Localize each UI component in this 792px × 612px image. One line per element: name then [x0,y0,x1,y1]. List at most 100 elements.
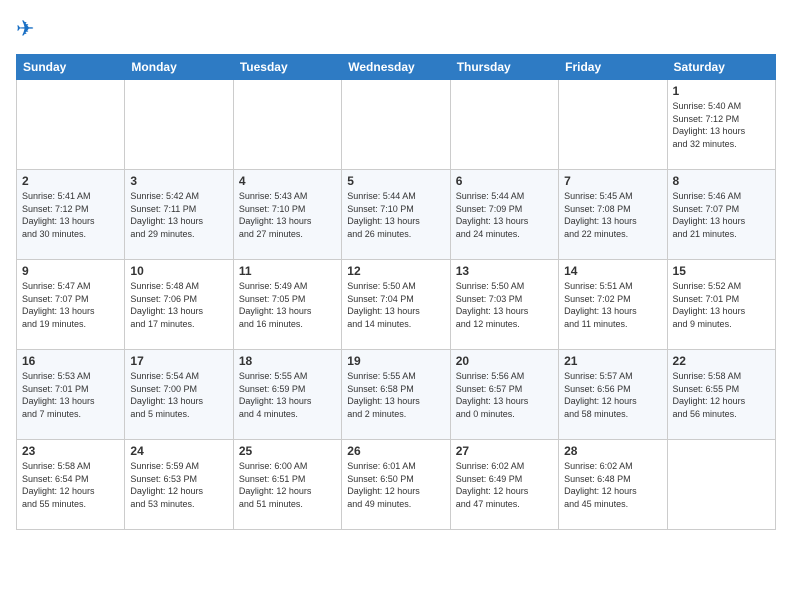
day-number: 24 [130,444,227,458]
header-day-monday: Monday [125,55,233,80]
calendar-cell [342,80,450,170]
day-number: 4 [239,174,336,188]
day-number: 5 [347,174,444,188]
day-info: Sunrise: 6:02 AM Sunset: 6:48 PM Dayligh… [564,460,661,510]
header-day-thursday: Thursday [450,55,558,80]
day-info: Sunrise: 5:44 AM Sunset: 7:10 PM Dayligh… [347,190,444,240]
day-number: 2 [22,174,119,188]
calendar-week-row: 23 Sunrise: 5:58 AM Sunset: 6:54 PM Dayli… [17,440,776,530]
calendar-cell: 22 Sunrise: 5:58 AM Sunset: 6:55 PM Dayli… [667,350,775,440]
calendar-cell: 20Sunrise: 5:56 AM Sunset: 6:57 PM Dayli… [450,350,558,440]
calendar-cell: 11 Sunrise: 5:49 AM Sunset: 7:05 PM Dayli… [233,260,341,350]
calendar-cell: 26 Sunrise: 6:01 AM Sunset: 6:50 PM Dayli… [342,440,450,530]
day-number: 26 [347,444,444,458]
header-day-tuesday: Tuesday [233,55,341,80]
day-number: 9 [22,264,119,278]
day-number: 12 [347,264,444,278]
day-number: 27 [456,444,553,458]
day-info: Sunrise: 5:52 AM Sunset: 7:01 PM Dayligh… [673,280,770,330]
day-info: Sunrise: 5:46 AM Sunset: 7:07 PM Dayligh… [673,190,770,240]
day-info: Sunrise: 6:01 AM Sunset: 6:50 PM Dayligh… [347,460,444,510]
day-info: Sunrise: 5:40 AM Sunset: 7:12 PM Dayligh… [673,100,770,150]
day-info: Sunrise: 5:50 AM Sunset: 7:03 PM Dayligh… [456,280,553,330]
day-number: 22 [673,354,770,368]
day-number: 6 [456,174,553,188]
header-day-sunday: Sunday [17,55,125,80]
day-info: Sunrise: 6:02 AM Sunset: 6:49 PM Dayligh… [456,460,553,510]
day-info: Sunrise: 5:49 AM Sunset: 7:05 PM Dayligh… [239,280,336,330]
calendar-cell: 9 Sunrise: 5:47 AM Sunset: 7:07 PM Daylig… [17,260,125,350]
day-info: Sunrise: 5:53 AM Sunset: 7:01 PM Dayligh… [22,370,119,420]
calendar-week-row: 9 Sunrise: 5:47 AM Sunset: 7:07 PM Daylig… [17,260,776,350]
calendar-cell: 8 Sunrise: 5:46 AM Sunset: 7:07 PM Daylig… [667,170,775,260]
day-number: 1 [673,84,770,98]
day-number: 19 [347,354,444,368]
day-number: 8 [673,174,770,188]
calendar-header-row: SundayMondayTuesdayWednesdayThursdayFrid… [17,55,776,80]
calendar-cell: 1 Sunrise: 5:40 AM Sunset: 7:12 PM Daylig… [667,80,775,170]
calendar-cell [233,80,341,170]
day-info: Sunrise: 5:42 AM Sunset: 7:11 PM Dayligh… [130,190,227,240]
day-info: Sunrise: 5:58 AM Sunset: 6:54 PM Dayligh… [22,460,119,510]
day-number: 23 [22,444,119,458]
logo-icon: ✈ [16,16,34,42]
calendar-cell: 28 Sunrise: 6:02 AM Sunset: 6:48 PM Dayli… [559,440,667,530]
calendar-cell: 4 Sunrise: 5:43 AM Sunset: 7:10 PM Daylig… [233,170,341,260]
calendar-cell: 2Sunrise: 5:41 AM Sunset: 7:12 PM Daylig… [17,170,125,260]
calendar-cell: 25 Sunrise: 6:00 AM Sunset: 6:51 PM Dayli… [233,440,341,530]
header-day-wednesday: Wednesday [342,55,450,80]
day-info: Sunrise: 5:44 AM Sunset: 7:09 PM Dayligh… [456,190,553,240]
day-info: Sunrise: 5:45 AM Sunset: 7:08 PM Dayligh… [564,190,661,240]
day-info: Sunrise: 5:59 AM Sunset: 6:53 PM Dayligh… [130,460,227,510]
calendar-cell [667,440,775,530]
day-number: 17 [130,354,227,368]
calendar-cell: 19Sunrise: 5:55 AM Sunset: 6:58 PM Dayli… [342,350,450,440]
day-info: Sunrise: 5:50 AM Sunset: 7:04 PM Dayligh… [347,280,444,330]
calendar-cell [450,80,558,170]
day-number: 15 [673,264,770,278]
calendar-cell: 18Sunrise: 5:55 AM Sunset: 6:59 PM Dayli… [233,350,341,440]
calendar-cell: 6 Sunrise: 5:44 AM Sunset: 7:09 PM Daylig… [450,170,558,260]
calendar-week-row: 2Sunrise: 5:41 AM Sunset: 7:12 PM Daylig… [17,170,776,260]
day-number: 7 [564,174,661,188]
calendar-week-row: 16 Sunrise: 5:53 AM Sunset: 7:01 PM Dayli… [17,350,776,440]
calendar-cell: 27 Sunrise: 6:02 AM Sunset: 6:49 PM Dayli… [450,440,558,530]
calendar-cell [125,80,233,170]
calendar-cell: 15 Sunrise: 5:52 AM Sunset: 7:01 PM Dayli… [667,260,775,350]
calendar-cell: 3 Sunrise: 5:42 AM Sunset: 7:11 PM Daylig… [125,170,233,260]
day-info: Sunrise: 5:58 AM Sunset: 6:55 PM Dayligh… [673,370,770,420]
day-number: 3 [130,174,227,188]
header-day-saturday: Saturday [667,55,775,80]
day-info: Sunrise: 5:47 AM Sunset: 7:07 PM Dayligh… [22,280,119,330]
calendar-cell: 10 Sunrise: 5:48 AM Sunset: 7:06 PM Dayli… [125,260,233,350]
day-info: Sunrise: 5:48 AM Sunset: 7:06 PM Dayligh… [130,280,227,330]
day-number: 21 [564,354,661,368]
day-number: 13 [456,264,553,278]
calendar-cell: 13 Sunrise: 5:50 AM Sunset: 7:03 PM Dayli… [450,260,558,350]
day-number: 25 [239,444,336,458]
header: ✈ [16,16,776,42]
day-number: 28 [564,444,661,458]
day-number: 16 [22,354,119,368]
day-number: 10 [130,264,227,278]
calendar-cell: 14 Sunrise: 5:51 AM Sunset: 7:02 PM Dayli… [559,260,667,350]
calendar-cell: 17 Sunrise: 5:54 AM Sunset: 7:00 PM Dayli… [125,350,233,440]
calendar-cell: 12 Sunrise: 5:50 AM Sunset: 7:04 PM Dayli… [342,260,450,350]
day-info: Sunrise: 5:51 AM Sunset: 7:02 PM Dayligh… [564,280,661,330]
day-info: Sunrise: 6:00 AM Sunset: 6:51 PM Dayligh… [239,460,336,510]
calendar-cell: 16 Sunrise: 5:53 AM Sunset: 7:01 PM Dayli… [17,350,125,440]
day-number: 18 [239,354,336,368]
calendar-cell: 24 Sunrise: 5:59 AM Sunset: 6:53 PM Dayli… [125,440,233,530]
calendar-cell: 23 Sunrise: 5:58 AM Sunset: 6:54 PM Dayli… [17,440,125,530]
calendar-cell [559,80,667,170]
day-number: 14 [564,264,661,278]
day-info: Sunrise: 5:54 AM Sunset: 7:00 PM Dayligh… [130,370,227,420]
day-number: 11 [239,264,336,278]
day-info: Sunrise: 5:57 AM Sunset: 6:56 PM Dayligh… [564,370,661,420]
calendar-table: SundayMondayTuesdayWednesdayThursdayFrid… [16,54,776,530]
calendar-cell: 21 Sunrise: 5:57 AM Sunset: 6:56 PM Dayli… [559,350,667,440]
calendar-cell [17,80,125,170]
logo: ✈ [16,16,34,42]
day-info: Sunrise: 5:43 AM Sunset: 7:10 PM Dayligh… [239,190,336,240]
calendar-cell: 5 Sunrise: 5:44 AM Sunset: 7:10 PM Daylig… [342,170,450,260]
